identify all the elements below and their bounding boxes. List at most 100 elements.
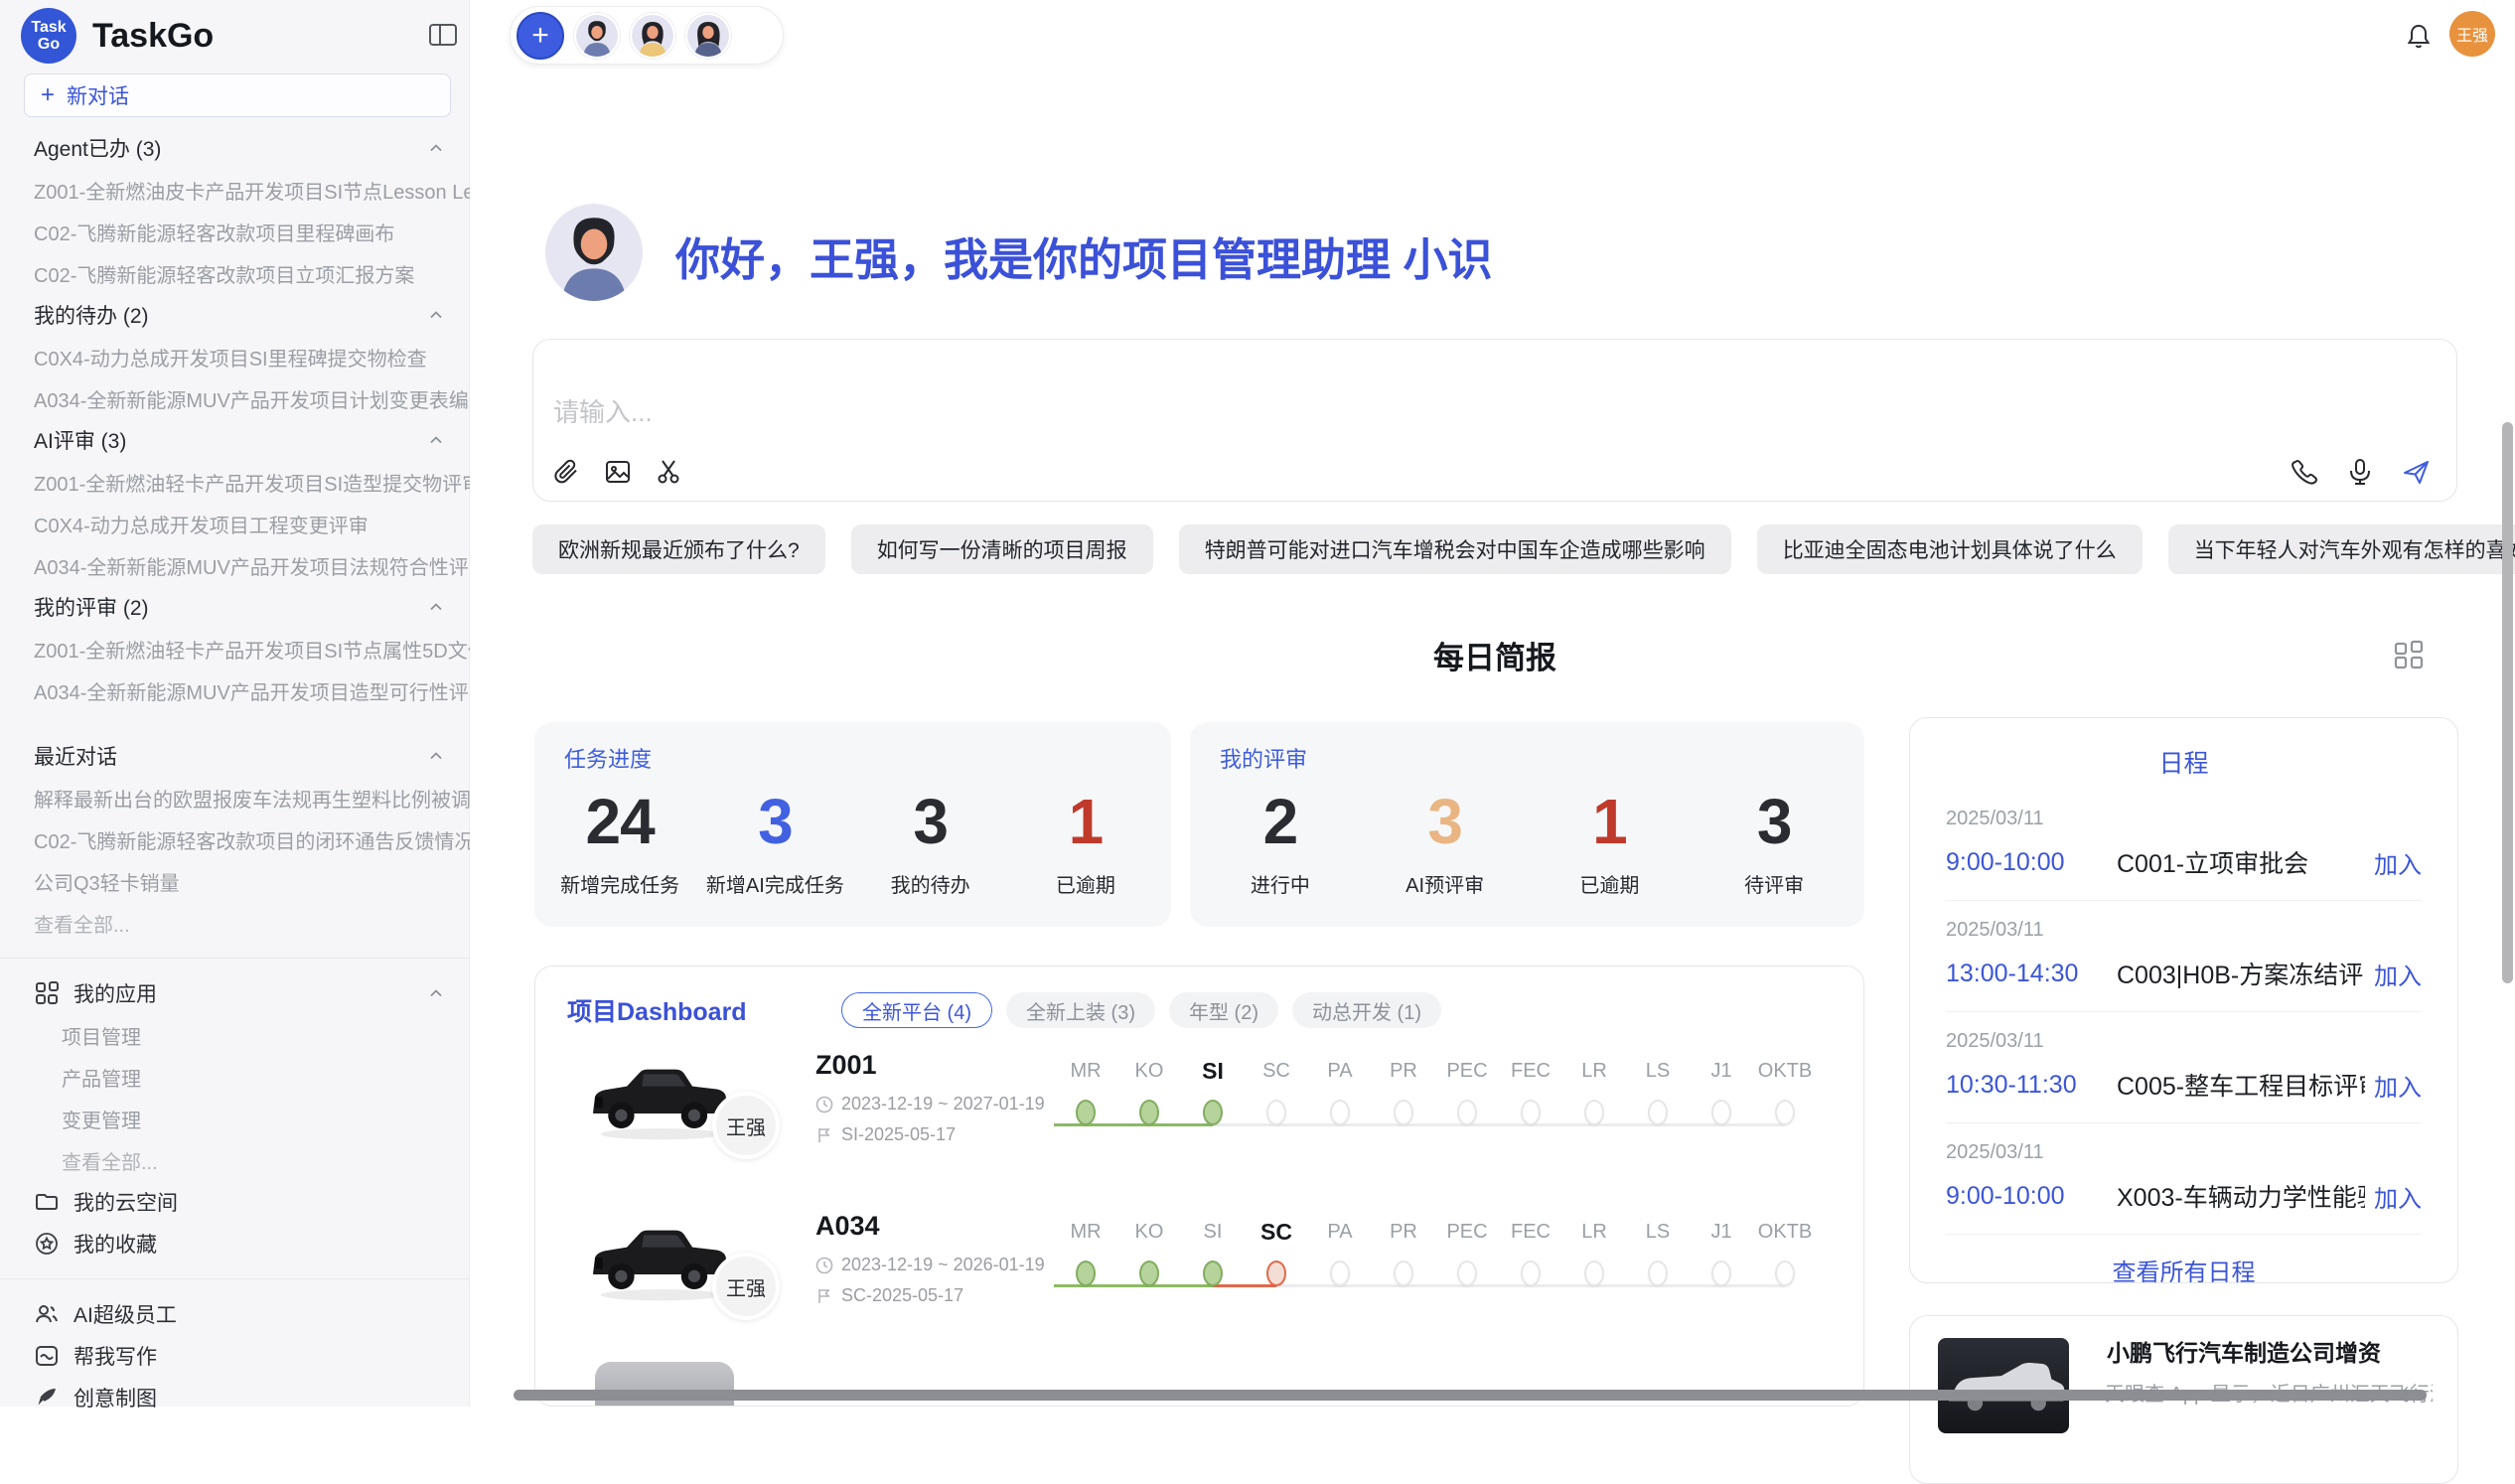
stat: 24 新增完成任务 [542, 786, 697, 898]
section-my-todo[interactable]: 我的待办 (2) [0, 294, 470, 336]
schedule-entry: 2025/03/11 10:30-11:30 C005-整车工程目标评审 加入 [1910, 1012, 2457, 1122]
chevron-up-icon[interactable] [426, 305, 446, 325]
section-agent-done[interactable]: Agent已办 (3) [0, 127, 470, 169]
send-icon[interactable] [2401, 457, 2431, 487]
chevron-up-icon[interactable] [426, 983, 446, 1003]
app-title: TaskGo [92, 17, 214, 56]
list-item[interactable]: C02-飞腾新能源轻客改款项目立项汇报方案 [0, 252, 470, 294]
list-item[interactable]: Z001-全新燃油轻卡产品开发项目SI造型提交物评审 [0, 461, 470, 503]
join-link[interactable]: 加入 [2374, 1068, 2422, 1103]
app-item-change[interactable]: 变更管理 [0, 1098, 470, 1139]
list-item[interactable]: A034-全新新能源MUV产品开发项目造型可行性评审 [0, 669, 470, 711]
image-icon[interactable] [603, 457, 633, 487]
chevron-up-icon[interactable] [426, 430, 446, 450]
sidebar-item-favorites[interactable]: 我的收藏 [0, 1223, 470, 1264]
milestone-dot [1584, 1100, 1604, 1125]
attachment-icon[interactable] [551, 457, 581, 487]
sidebar-item-label: 帮我写作 [74, 1341, 157, 1371]
stat: 1 已逾期 [1528, 786, 1693, 898]
section-my-review[interactable]: 我的评审 (2) [0, 586, 470, 628]
scissors-icon[interactable] [655, 457, 684, 487]
milestone: LS [1626, 1056, 1690, 1125]
milestone-dot [1139, 1100, 1159, 1125]
recent-view-all[interactable]: 查看全部... [0, 902, 470, 944]
suggestion-chip[interactable]: 如何写一份清晰的项目周报 [851, 524, 1153, 574]
join-link[interactable]: 加入 [2374, 845, 2422, 880]
date-range: 2023-12-19 ~ 2026-01-19 [841, 1255, 1045, 1275]
chevron-up-icon[interactable] [426, 746, 446, 766]
clock-icon [815, 1257, 833, 1274]
project-row[interactable]: 王强 A034 2023-12-19 ~ 2026-01-19 SC-2025-… [535, 1193, 1863, 1350]
horizontal-scrollbar[interactable] [514, 1390, 2427, 1401]
apps-view-all[interactable]: 查看全部... [0, 1139, 470, 1181]
milestone-dot [1394, 1100, 1413, 1125]
project-row[interactable]: 王强 Z001 2023-12-19 ~ 2027-01-19 SI-2025-… [535, 1032, 1863, 1189]
milestone: FEC [1499, 1217, 1562, 1286]
suggestion-chip[interactable]: 当下年轻人对汽车外观有怎样的喜好趋势 [2168, 524, 2515, 574]
tab-model-year[interactable]: 年型 (2) [1169, 992, 1278, 1028]
pen-icon [34, 1385, 60, 1410]
stat-value: 3 [853, 786, 1008, 857]
list-item[interactable]: A034-全新新能源MUV产品开发项目法规符合性评审 [0, 544, 470, 586]
list-item[interactable]: Z001-全新燃油轻卡产品开发项目SI节点属性5D文件评审 [0, 628, 470, 669]
recent-chat-item[interactable]: C02-飞腾新能源轻客改款项目的闭环通告反馈情况 [0, 818, 470, 860]
new-session-button[interactable]: + [517, 12, 564, 60]
recent-chat-item[interactable]: 解释最新出台的欧盟报废车法规再生塑料比例被调至15%... [0, 777, 470, 818]
sidebar-collapse-icon[interactable] [428, 22, 458, 48]
chat-input[interactable] [553, 397, 1745, 428]
vertical-scrollbar[interactable] [2502, 422, 2513, 983]
milestone-dot [1521, 1100, 1541, 1125]
phone-icon[interactable] [2290, 457, 2319, 487]
milestone-dot [1584, 1261, 1604, 1286]
sidebar-item-write[interactable]: 帮我写作 [0, 1335, 470, 1377]
join-link[interactable]: 加入 [2374, 957, 2422, 991]
folder-icon [34, 1189, 60, 1215]
list-item[interactable]: C0X4-动力总成开发项目SI里程碑提交物检查 [0, 336, 470, 377]
app-item-project[interactable]: 项目管理 [0, 1014, 470, 1056]
apps-grid-icon [34, 980, 60, 1006]
recent-chat-item[interactable]: 公司Q3轻卡销量 [0, 860, 470, 902]
section-ai-review[interactable]: AI评审 (3) [0, 419, 470, 461]
section-my-apps[interactable]: 我的应用 [0, 972, 470, 1014]
view-all-schedule-link[interactable]: 查看所有日程 [1910, 1235, 2457, 1283]
stat: 1 已逾期 [1008, 786, 1163, 898]
suggestion-chip[interactable]: 特朗普可能对进口汽车增税会对中国车企造成哪些影响 [1179, 524, 1731, 574]
join-link[interactable]: 加入 [2374, 1179, 2422, 1214]
list-item[interactable]: A034-全新新能源MUV产品开发项目计划变更表编写 [0, 377, 470, 419]
list-item[interactable]: Z001-全新燃油皮卡产品开发项目SI节点Lesson Learn报告 [0, 169, 470, 211]
user-avatar[interactable]: 王强 [2449, 11, 2495, 57]
milestone: FEC [1499, 1056, 1562, 1125]
sidebar-item-ai-staff[interactable]: AI超级员工 [0, 1293, 470, 1335]
suggestion-chip[interactable]: 比亚迪全固态电池计划具体说了什么 [1757, 524, 2143, 574]
session-switcher: + [510, 6, 784, 65]
stat-label: 新增完成任务 [542, 869, 697, 898]
sidebar-item-cloud[interactable]: 我的云空间 [0, 1181, 470, 1223]
section-recent-chats[interactable]: 最近对话 [0, 735, 470, 777]
tab-powertrain[interactable]: 动总开发 (1) [1292, 992, 1441, 1028]
list-item[interactable]: C0X4-动力总成开发项目工程变更评审 [0, 503, 470, 544]
milestone: MR [1054, 1217, 1117, 1286]
layout-switch-icon[interactable] [2392, 638, 2426, 671]
chevron-up-icon[interactable] [426, 138, 446, 158]
project-row-partial [535, 1354, 1863, 1394]
milestone: SI [1181, 1056, 1245, 1125]
tab-superstructure[interactable]: 全新上装 (3) [1006, 992, 1155, 1028]
tab-platform[interactable]: 全新平台 (4) [841, 992, 992, 1028]
avatar[interactable] [574, 13, 620, 59]
chevron-up-icon[interactable] [426, 597, 446, 617]
sidebar-item-label: 创意制图 [74, 1383, 157, 1412]
star-badge-icon [34, 1231, 60, 1257]
new-chat-button[interactable]: + 新对话 [24, 74, 451, 117]
sidebar-item-draw[interactable]: 创意制图 [0, 1377, 470, 1418]
avatar[interactable] [630, 13, 675, 59]
list-item[interactable]: C02-飞腾新能源轻客改款项目里程碑画布 [0, 211, 470, 252]
milestone: OKTB [1753, 1217, 1817, 1286]
notification-bell-icon[interactable] [2404, 22, 2434, 52]
suggestion-chip[interactable]: 欧洲新规最近颁布了什么? [532, 524, 825, 574]
app-item-product[interactable]: 产品管理 [0, 1056, 470, 1098]
chat-input-card [532, 339, 2457, 502]
milestone: SC [1245, 1217, 1308, 1286]
schedule-entry: 2025/03/11 9:00-10:00 X003-车辆动力学性能验... 加… [1910, 1123, 2457, 1234]
avatar[interactable] [685, 13, 731, 59]
microphone-icon[interactable] [2345, 457, 2375, 487]
